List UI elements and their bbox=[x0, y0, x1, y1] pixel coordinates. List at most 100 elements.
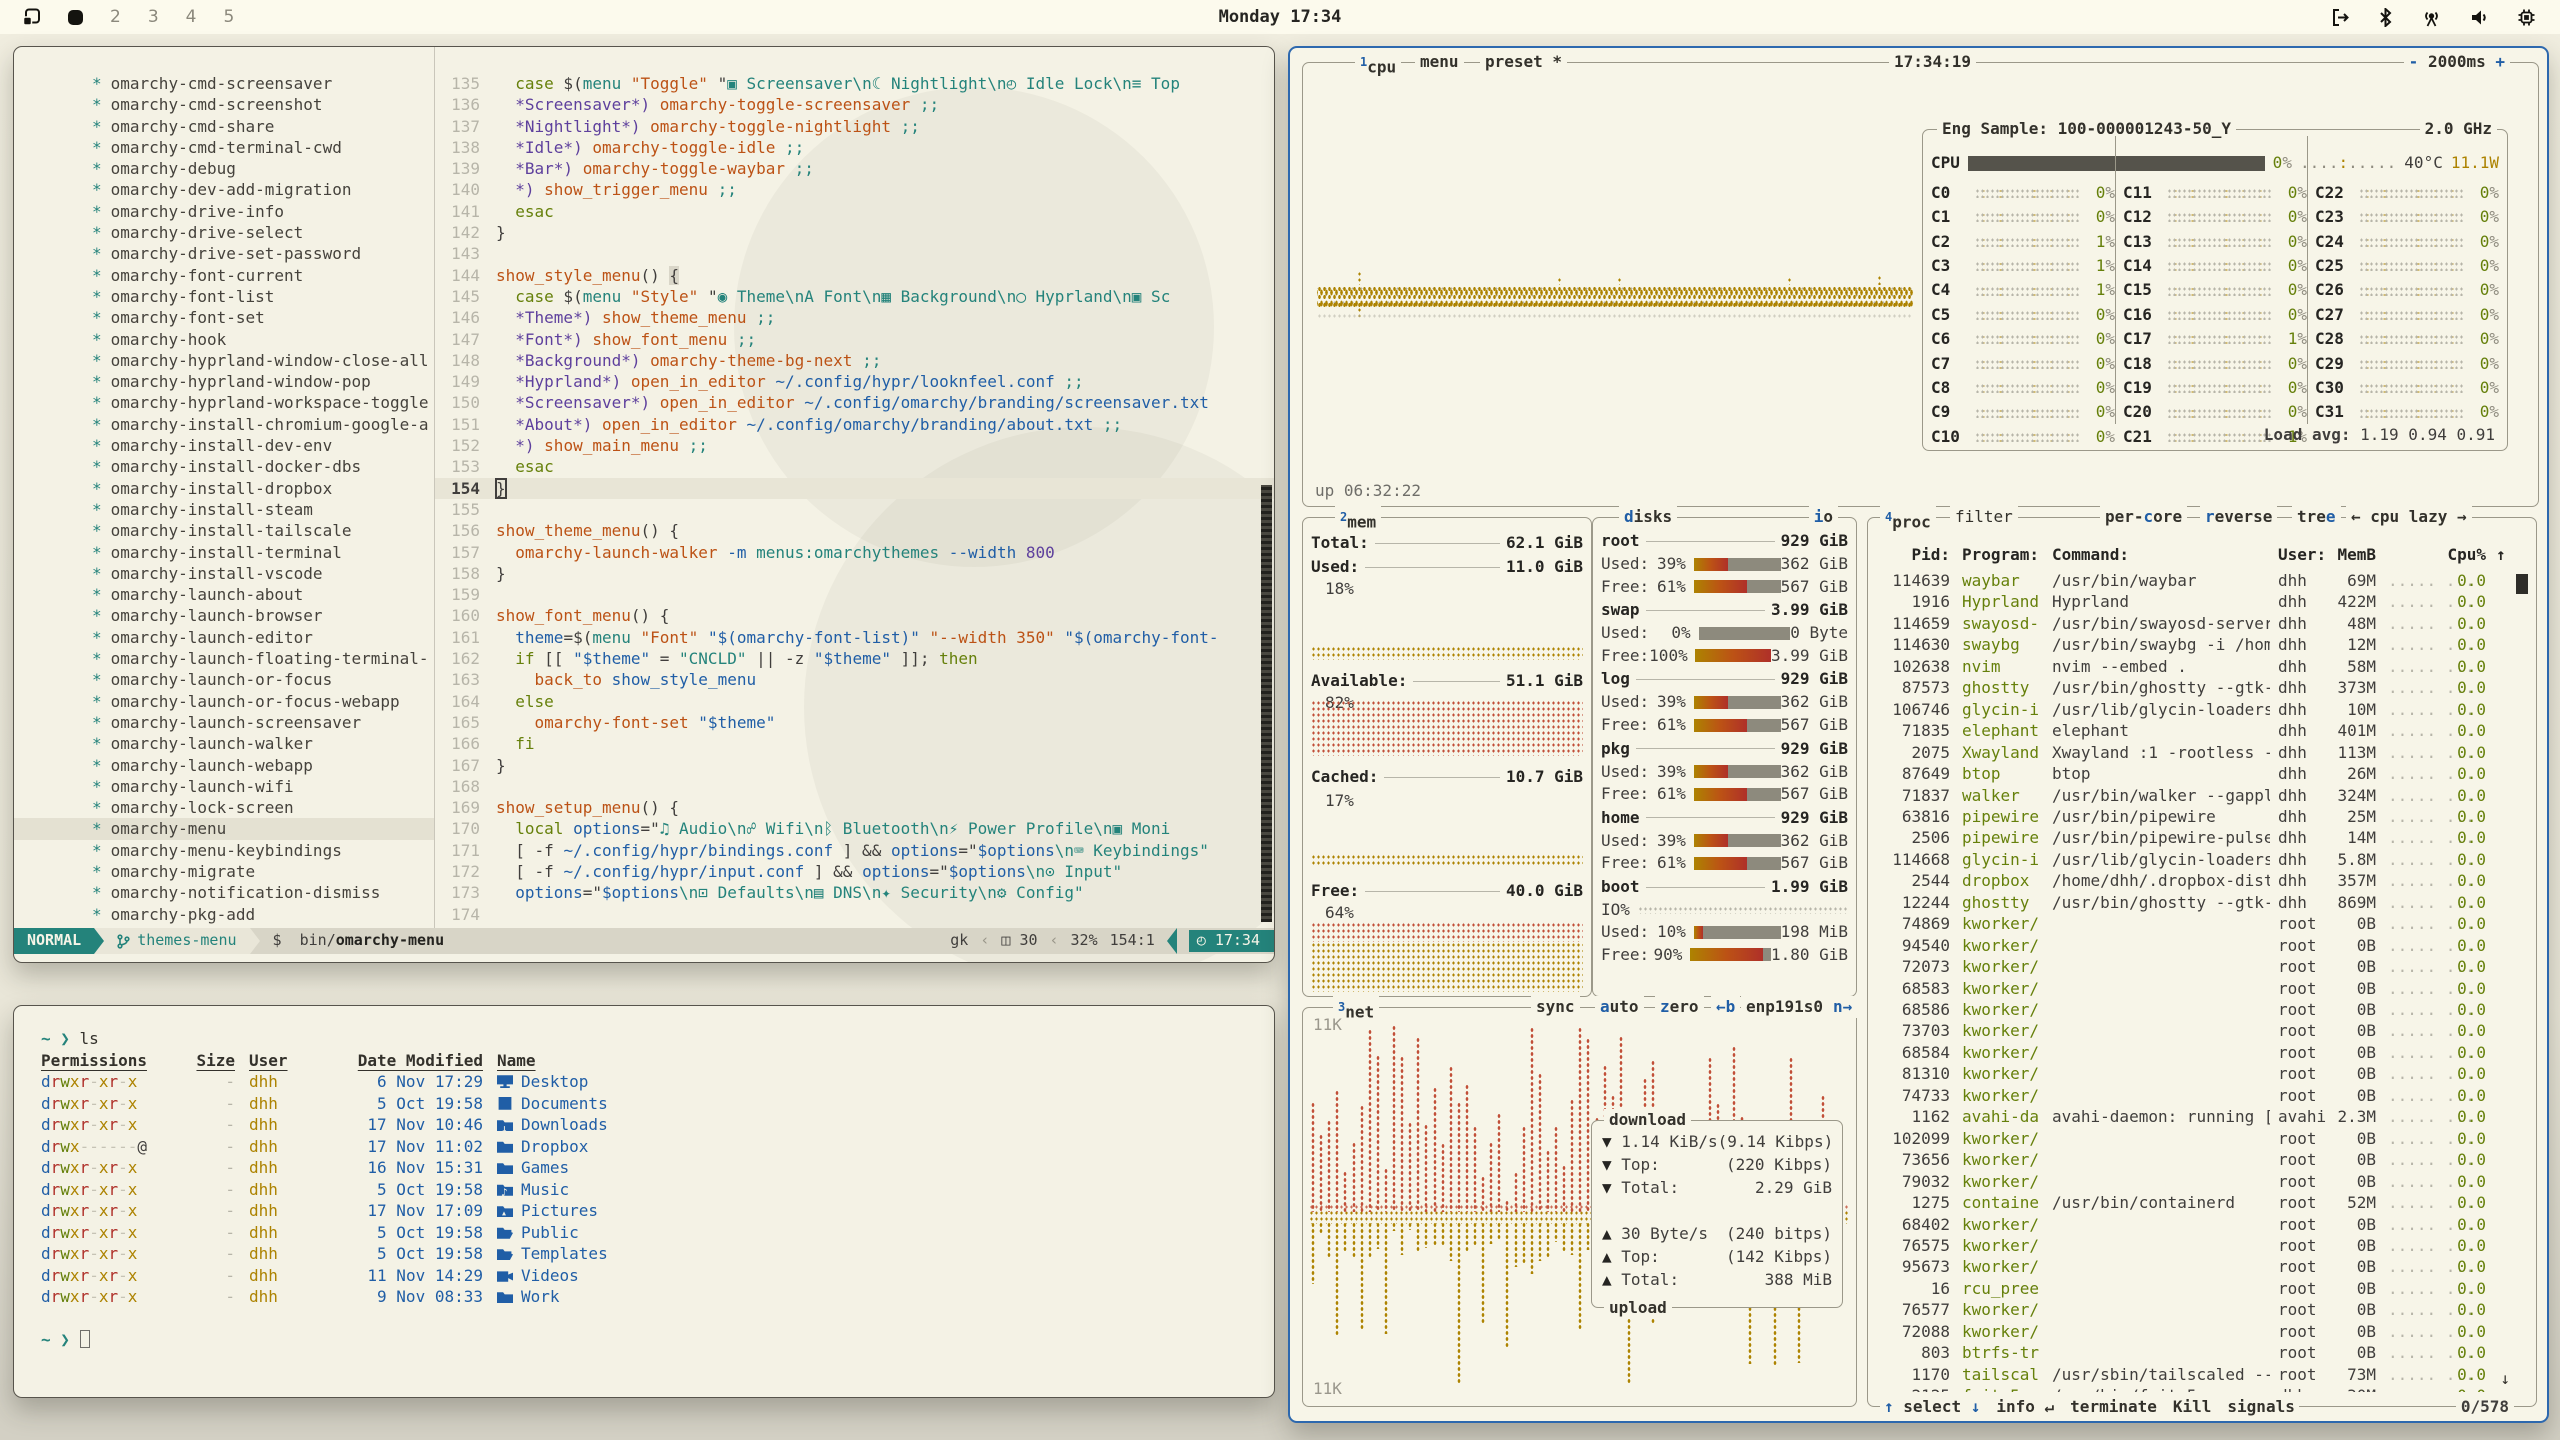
process-row[interactable]: 114668glycin-i/usr/lib/glycin-loadersdhh… bbox=[1868, 849, 2536, 870]
file-list-item[interactable]: *omarchy-install-dropbox bbox=[14, 478, 434, 499]
file-list-item[interactable]: *omarchy-migrate bbox=[14, 861, 434, 882]
terminate-button[interactable]: terminate bbox=[2070, 1396, 2157, 1418]
filter-button[interactable]: filter bbox=[1950, 506, 2018, 528]
process-row[interactable]: 87649btopbtopdhh26M..... ....0.0 bbox=[1868, 763, 2536, 784]
update-interval[interactable]: - 2000ms + bbox=[2404, 51, 2510, 73]
process-row[interactable]: 73703kworker/root0B..... ....0.0 bbox=[1868, 1020, 2536, 1041]
file-explorer-pane[interactable]: *omarchy-cmd-screensaver*omarchy-cmd-scr… bbox=[14, 73, 434, 925]
bluetooth-icon[interactable] bbox=[2378, 8, 2393, 27]
process-row[interactable]: 1916HyprlandHyprlanddhh422M..... ....0.0 bbox=[1868, 591, 2536, 612]
code-pane[interactable]: 135 case $(menu "Toggle" "▣ Screensaver\… bbox=[435, 73, 1274, 925]
process-row[interactable]: 68584kworker/root0B..... ....0.0 bbox=[1868, 1042, 2536, 1063]
signals-button[interactable]: signals bbox=[2227, 1396, 2294, 1418]
process-row[interactable]: 2075XwaylandXwayland :1 -rootless -dhh11… bbox=[1868, 742, 2536, 763]
process-row[interactable]: 68586kworker/root0B..... ....0.0 bbox=[1868, 999, 2536, 1020]
file-list-item[interactable]: *omarchy-install-chromium-google-a bbox=[14, 414, 434, 435]
process-row[interactable]: 94540kworker/root0B..... ....0.0 bbox=[1868, 935, 2536, 956]
process-row[interactable]: 68402kworker/root0B..... ....0.0 bbox=[1868, 1214, 2536, 1235]
process-row[interactable]: 95673kworker/root0B..... ....0.0 bbox=[1868, 1256, 2536, 1277]
kill-button[interactable]: Kill bbox=[2173, 1396, 2212, 1418]
process-row[interactable]: 1162avahi-daavahi-daemon: running [avahi… bbox=[1868, 1106, 2536, 1127]
file-list-item[interactable]: *omarchy-launch-browser bbox=[14, 605, 434, 626]
file-list-item[interactable]: *omarchy-drive-select bbox=[14, 222, 434, 243]
process-row[interactable]: 76577kworker/root0B..... ....0.0 bbox=[1868, 1299, 2536, 1320]
process-row[interactable]: 2544dropbox/home/dhh/.dropbox-distdhh357… bbox=[1868, 870, 2536, 891]
terminal-output[interactable]: ~ ❯ lsPermissionsSizeUserDate ModifiedNa… bbox=[14, 1006, 1274, 1397]
scroll-down-icon[interactable]: ↓ bbox=[2500, 1368, 2510, 1390]
volume-icon[interactable] bbox=[2470, 8, 2489, 27]
file-list-item[interactable]: *omarchy-menu bbox=[14, 818, 434, 839]
file-list-item[interactable]: *omarchy-launch-or-focus-webapp bbox=[14, 691, 434, 712]
file-list-item[interactable]: *omarchy-debug bbox=[14, 158, 434, 179]
process-row[interactable]: 73656kworker/root0B..... ....0.0 bbox=[1868, 1149, 2536, 1170]
file-list-item[interactable]: *omarchy-cmd-terminal-cwd bbox=[14, 137, 434, 158]
process-row[interactable]: 106746glycin-i/usr/lib/glycin-loadersdhh… bbox=[1868, 699, 2536, 720]
sort-column-selector[interactable]: ← cpu lazy → bbox=[2346, 506, 2472, 528]
process-row[interactable]: 1275containe/usr/bin/containerdroot52M..… bbox=[1868, 1192, 2536, 1213]
process-row[interactable]: 2125fcitx5/usr/bin/fcitx5dhh30M..... ...… bbox=[1868, 1385, 2536, 1392]
process-row[interactable]: 102099kworker/root0B..... ....0.0 bbox=[1868, 1128, 2536, 1149]
radio-icon[interactable] bbox=[2421, 8, 2442, 27]
file-list-item[interactable]: *omarchy-install-docker-dbs bbox=[14, 456, 434, 477]
file-list-item[interactable]: *omarchy-launch-screensaver bbox=[14, 712, 434, 733]
info-button[interactable]: info ↵ bbox=[1996, 1396, 2054, 1418]
process-row[interactable]: 12244ghostty/usr/bin/ghostty --gtk-dhh86… bbox=[1868, 892, 2536, 913]
file-list-item[interactable]: *omarchy-cmd-share bbox=[14, 116, 434, 137]
file-list-item[interactable]: *omarchy-hook bbox=[14, 329, 434, 350]
cpu-box-title[interactable]: 1cpu bbox=[1355, 51, 1401, 79]
file-list-item[interactable]: *omarchy-hyprland-window-pop bbox=[14, 371, 434, 392]
reverse-toggle[interactable]: reverse bbox=[2200, 506, 2277, 528]
file-list-item[interactable]: *omarchy-install-dev-env bbox=[14, 435, 434, 456]
menu-button[interactable]: menu bbox=[1415, 51, 1464, 73]
process-row[interactable]: 68583kworker/root0B..... ....0.0 bbox=[1868, 978, 2536, 999]
column-cpu[interactable]: Cpu% bbox=[2426, 544, 2486, 566]
file-list-item[interactable]: *omarchy-menu-keybindings bbox=[14, 840, 434, 861]
file-list-item[interactable]: *omarchy-launch-or-focus bbox=[14, 669, 434, 690]
process-scrollbar[interactable] bbox=[2516, 574, 2528, 594]
file-list-item[interactable]: *omarchy-launch-webapp bbox=[14, 755, 434, 776]
io-toggle[interactable]: io bbox=[1809, 506, 1838, 528]
file-list-item[interactable]: *omarchy-dev-add-migration bbox=[14, 179, 434, 200]
process-row[interactable]: 803btrfs-trroot0B..... ....0.0 bbox=[1868, 1342, 2536, 1363]
file-list-item[interactable]: *omarchy-launch-editor bbox=[14, 627, 434, 648]
process-row[interactable]: 114659swayosd-/usr/bin/swayosd-serverdhh… bbox=[1868, 613, 2536, 634]
column-program[interactable]: Program: bbox=[1962, 544, 2039, 566]
process-row[interactable]: 71837walker/usr/bin/walker --gappldhh324… bbox=[1868, 785, 2536, 806]
file-list-item[interactable]: *omarchy-pkg-add bbox=[14, 904, 434, 925]
file-list-item[interactable]: *omarchy-font-current bbox=[14, 265, 434, 286]
process-row[interactable]: 74869kworker/root0B..... ....0.0 bbox=[1868, 913, 2536, 934]
tree-toggle[interactable]: tree bbox=[2292, 506, 2341, 528]
file-list-item[interactable]: *omarchy-font-list bbox=[14, 286, 434, 307]
file-list-item[interactable]: *omarchy-launch-wifi bbox=[14, 776, 434, 797]
preset-button[interactable]: preset * bbox=[1480, 51, 1567, 73]
file-list-item[interactable]: *omarchy-install-tailscale bbox=[14, 520, 434, 541]
column-memb[interactable]: MemB bbox=[2306, 544, 2376, 566]
file-list-item[interactable]: *omarchy-notification-dismiss bbox=[14, 882, 434, 903]
file-list-item[interactable]: *omarchy-lock-screen bbox=[14, 797, 434, 818]
file-list-item[interactable]: *omarchy-install-vscode bbox=[14, 563, 434, 584]
file-list-item[interactable]: *omarchy-drive-info bbox=[14, 201, 434, 222]
process-row[interactable]: 63816pipewire/usr/bin/pipewiredhh25M....… bbox=[1868, 806, 2536, 827]
disks-box-title[interactable]: disks bbox=[1619, 506, 1677, 528]
process-row[interactable]: 16rcu_preeroot0B..... ....0.0 bbox=[1868, 1278, 2536, 1299]
file-list-item[interactable]: *omarchy-font-set bbox=[14, 307, 434, 328]
process-row[interactable]: 74733kworker/root0B..... ....0.0 bbox=[1868, 1085, 2536, 1106]
editor-scrollbar[interactable] bbox=[1261, 485, 1272, 922]
file-list-item[interactable]: *omarchy-launch-walker bbox=[14, 733, 434, 754]
file-list-item[interactable]: *omarchy-cmd-screenshot bbox=[14, 94, 434, 115]
file-list-item[interactable]: *omarchy-drive-set-password bbox=[14, 243, 434, 264]
per-core-toggle[interactable]: per-core bbox=[2100, 506, 2187, 528]
process-row[interactable]: 102638nvimnvim --embed .dhh58M..... ....… bbox=[1868, 656, 2536, 677]
file-list-item[interactable]: *omarchy-launch-about bbox=[14, 584, 434, 605]
process-row[interactable]: 72073kworker/root0B..... ....0.0 bbox=[1868, 956, 2536, 977]
process-box-title[interactable]: 4proc bbox=[1880, 506, 1936, 534]
file-list-item[interactable]: *omarchy-install-steam bbox=[14, 499, 434, 520]
file-list-item[interactable]: *omarchy-hyprland-window-close-all bbox=[14, 350, 434, 371]
file-list-item[interactable]: *omarchy-install-terminal bbox=[14, 542, 434, 563]
file-list-item[interactable]: *omarchy-hyprland-workspace-toggle bbox=[14, 392, 434, 413]
logout-icon[interactable] bbox=[2331, 8, 2350, 27]
process-row[interactable]: 81310kworker/root0B..... ....0.0 bbox=[1868, 1063, 2536, 1084]
column-command[interactable]: Command: bbox=[2052, 544, 2129, 566]
chip-icon[interactable] bbox=[2517, 8, 2536, 27]
process-row[interactable]: 2506pipewire/usr/bin/pipewire-pulsedhh14… bbox=[1868, 827, 2536, 848]
